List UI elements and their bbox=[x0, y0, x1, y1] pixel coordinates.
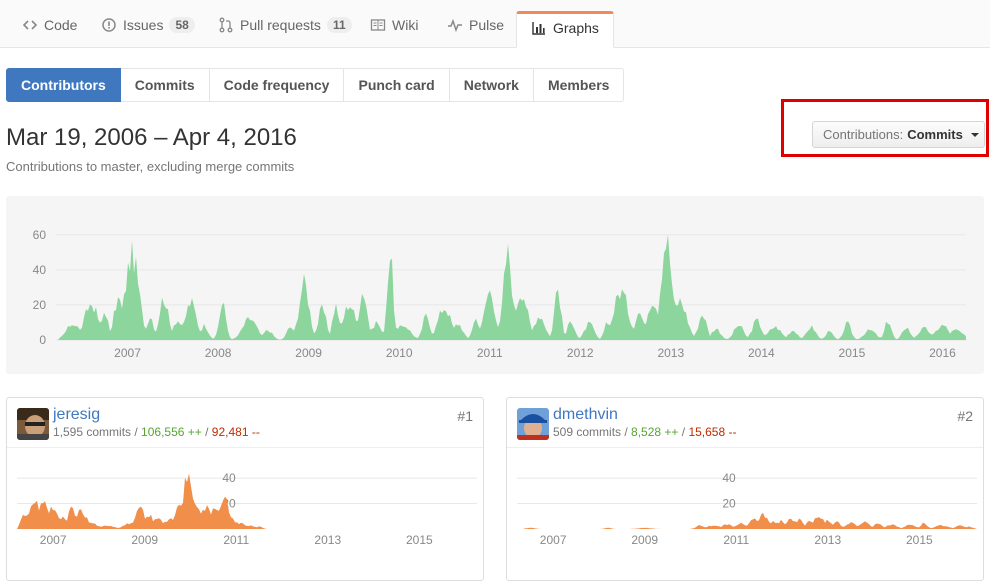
tab-issues[interactable]: Issues 58 bbox=[101, 10, 195, 48]
contributions-graph: 0 20 40 60 2007 2008 2009 2010 2011 2012 2013 2014 2… bbox=[6, 196, 984, 374]
contributor-additions: 106,556 ++ bbox=[141, 425, 202, 439]
git-pull-request-icon bbox=[218, 17, 234, 33]
contributor-name-link[interactable]: dmethvin bbox=[553, 406, 618, 424]
y-tick-label: 40 bbox=[722, 471, 736, 485]
repo-nav: Code Issues 58 Pull requests 11 Wiki Pul… bbox=[0, 0, 990, 48]
y-tick-label: 20 bbox=[722, 497, 736, 511]
tab-code-label: Code bbox=[44, 17, 78, 33]
contributions-select-label: Contributions: bbox=[823, 127, 904, 142]
contributor-chart-svg: 20 40 2007 2009 2011 2013 2015 bbox=[517, 471, 977, 547]
x-tick-label: 2007 bbox=[114, 346, 141, 360]
subnav-code-frequency[interactable]: Code frequency bbox=[209, 68, 345, 102]
x-tick-label: 2007 bbox=[540, 533, 567, 547]
contributor-chart-svg: 20402007 2009 2011 2013 2015 bbox=[17, 471, 477, 547]
x-tick-label: 2012 bbox=[567, 346, 594, 360]
tab-pull-requests-label: Pull requests bbox=[240, 17, 321, 33]
page-title: Mar 19, 2006 – Apr 4, 2016 bbox=[6, 124, 297, 151]
contributor-card: jeresig 1,595 commits / 106,556 ++ / 92,… bbox=[6, 397, 484, 581]
tab-pulse[interactable]: Pulse bbox=[447, 10, 504, 48]
x-tick-label: 2014 bbox=[748, 346, 775, 360]
tab-wiki[interactable]: Wiki bbox=[370, 10, 418, 48]
book-icon bbox=[370, 17, 386, 33]
contributor-stats: 1,595 commits / 106,556 ++ / 92,481 -- bbox=[53, 425, 260, 439]
contributor-commits-link[interactable]: 1,595 commits bbox=[53, 425, 131, 439]
subnav-network[interactable]: Network bbox=[449, 68, 534, 102]
contributions-select-value: Commits bbox=[907, 127, 963, 142]
series-area bbox=[17, 473, 477, 529]
graph-icon bbox=[531, 20, 547, 36]
y-tick-label: 40 bbox=[222, 471, 236, 485]
contributor-deletions: 15,658 -- bbox=[688, 425, 737, 439]
contributor-card-header: dmethvin 509 commits / 8,528 ++ / 15,658… bbox=[507, 398, 983, 448]
contributor-commits-link[interactable]: 509 commits bbox=[553, 425, 621, 439]
tab-wiki-label: Wiki bbox=[392, 17, 419, 33]
tab-pull-requests[interactable]: Pull requests 11 bbox=[218, 10, 352, 48]
contributor-additions: 8,528 ++ bbox=[631, 425, 679, 439]
contributor-rank: #2 bbox=[957, 408, 973, 424]
x-tick-label: 2016 bbox=[929, 346, 956, 360]
avatar[interactable] bbox=[17, 408, 49, 440]
x-tick-label: 2009 bbox=[131, 533, 158, 547]
code-icon bbox=[22, 17, 38, 33]
x-tick-label: 2011 bbox=[223, 533, 249, 547]
page-subtitle: Contributions to master, excluding merge… bbox=[6, 159, 295, 174]
x-tick-label: 2008 bbox=[205, 346, 232, 360]
graphs-subnav: Contributors Commits Code frequency Punc… bbox=[6, 68, 625, 102]
issues-counter: 58 bbox=[169, 17, 195, 33]
subnav-contributors[interactable]: Contributors bbox=[6, 68, 121, 102]
tab-graphs[interactable]: Graphs bbox=[516, 11, 614, 48]
subnav-commits[interactable]: Commits bbox=[120, 68, 210, 102]
tab-issues-label: Issues bbox=[123, 17, 164, 33]
series-area bbox=[56, 234, 966, 340]
y-tick-label: 60 bbox=[33, 228, 47, 242]
y-tick-label: 40 bbox=[33, 263, 47, 277]
x-tick-label: 2007 bbox=[40, 533, 67, 547]
subnav-members[interactable]: Members bbox=[533, 68, 625, 102]
pulse-icon bbox=[447, 17, 463, 33]
x-tick-label: 2009 bbox=[631, 533, 658, 547]
series-area bbox=[517, 512, 977, 529]
x-tick-label: 2015 bbox=[406, 533, 433, 547]
x-tick-label: 2015 bbox=[906, 533, 933, 547]
caret-down-icon bbox=[970, 132, 979, 137]
x-tick-label: 2011 bbox=[477, 346, 503, 360]
contributor-name-link[interactable]: jeresig bbox=[53, 406, 100, 424]
x-tick-label: 2009 bbox=[295, 346, 322, 360]
y-tick-label: 20 bbox=[33, 298, 47, 312]
y-tick-label: 0 bbox=[39, 333, 46, 347]
tab-pulse-label: Pulse bbox=[469, 17, 505, 33]
contributor-rank: #1 bbox=[457, 408, 473, 424]
contributions-chart-svg: 0 20 40 60 2007 2008 2009 2010 2011 2012 2013 2014 2… bbox=[33, 228, 966, 360]
tab-code[interactable]: Code bbox=[22, 10, 77, 48]
x-tick-label: 2013 bbox=[314, 533, 341, 547]
x-tick-label: 2015 bbox=[839, 346, 866, 360]
x-tick-label: 2013 bbox=[814, 533, 841, 547]
subnav-punch-card[interactable]: Punch card bbox=[344, 68, 450, 102]
tab-graphs-label: Graphs bbox=[553, 19, 599, 36]
x-tick-label: 2010 bbox=[386, 346, 413, 360]
issue-opened-icon bbox=[101, 17, 117, 33]
contributions-select[interactable]: Contributions: Commits bbox=[812, 121, 985, 148]
avatar[interactable] bbox=[517, 408, 549, 440]
contributor-card: dmethvin 509 commits / 8,528 ++ / 15,658… bbox=[506, 397, 984, 581]
contributor-deletions: 92,481 -- bbox=[211, 425, 260, 439]
contributor-stats: 509 commits / 8,528 ++ / 15,658 -- bbox=[553, 425, 737, 439]
x-tick-label: 2013 bbox=[657, 346, 684, 360]
x-tick-label: 2011 bbox=[723, 533, 749, 547]
contributor-card-header: jeresig 1,595 commits / 106,556 ++ / 92,… bbox=[7, 398, 483, 448]
pulls-counter: 11 bbox=[326, 17, 352, 33]
